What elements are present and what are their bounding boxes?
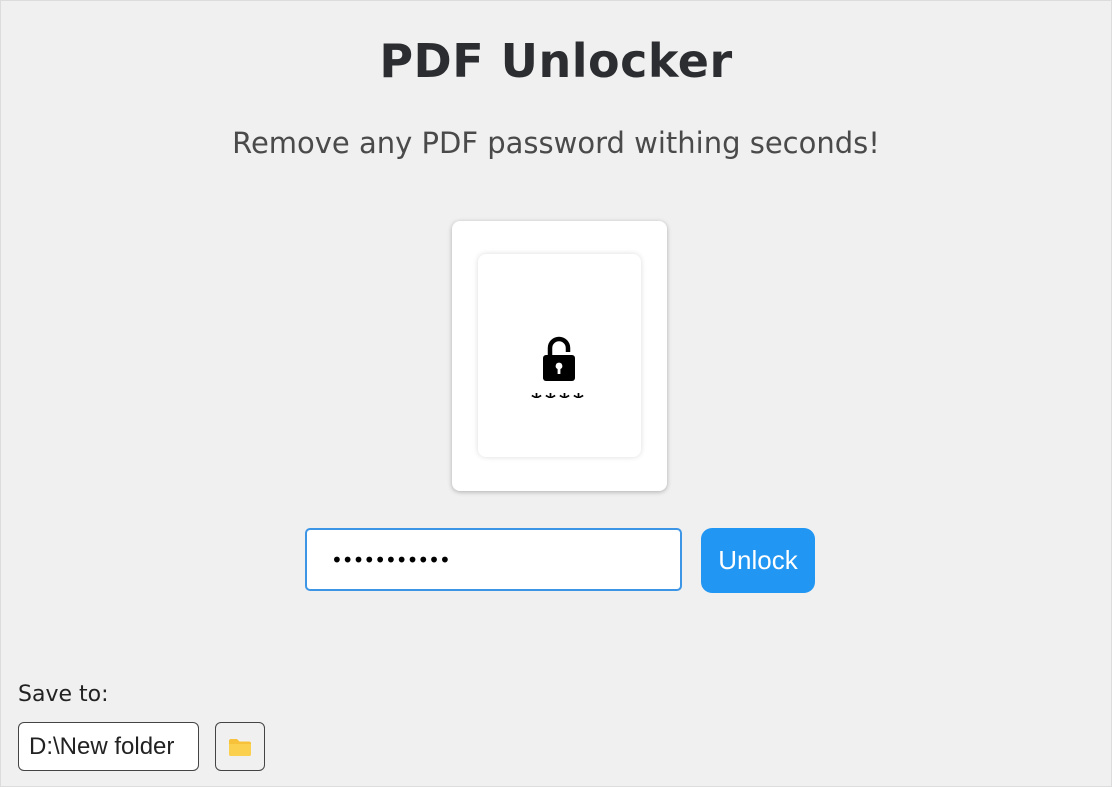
page-subtitle: Remove any PDF password withing seconds! — [232, 126, 880, 160]
save-folder-field[interactable] — [18, 722, 199, 771]
pdf-drop-inner[interactable]: **** — [478, 254, 641, 457]
folder-icon — [229, 738, 251, 756]
password-glyph: **** — [531, 390, 587, 398]
lock-password-icon: **** — [531, 336, 587, 398]
password-input[interactable] — [305, 528, 682, 591]
pdf-drop-zone[interactable]: **** — [452, 221, 667, 491]
unlock-button[interactable]: Unlock — [701, 528, 815, 593]
browse-folder-button[interactable] — [215, 722, 265, 771]
save-to-label: Save to: — [18, 682, 109, 707]
page-title: PDF Unlocker — [379, 34, 733, 88]
